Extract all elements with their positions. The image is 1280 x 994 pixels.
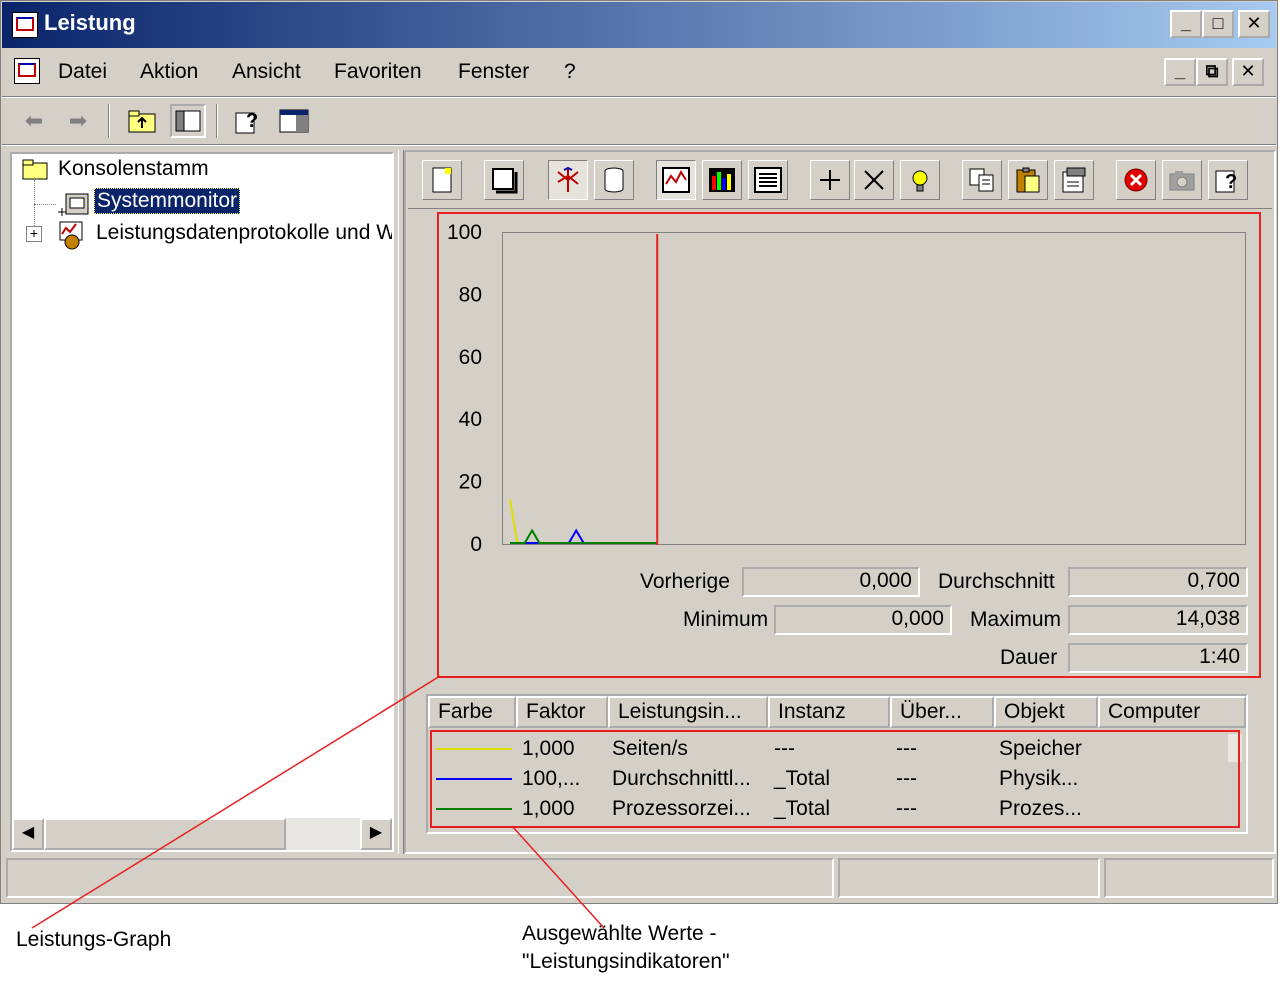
show-hide-console-tree-icon[interactable] [170,104,206,138]
column-leistungsindikator[interactable]: Leistungsin... [608,696,768,728]
menu-datei[interactable]: Datei [58,60,107,84]
annotation-graph-label: Leistungs-Graph [16,928,172,951]
toolbar-separator [108,104,110,138]
menu-aktion[interactable]: Aktion [140,60,198,84]
performance-app-icon[interactable] [12,12,38,38]
maximize-button[interactable]: □ [1202,10,1234,38]
child-minimize-button[interactable]: _ [1164,58,1196,86]
status-pane-main [6,858,834,898]
svg-text:?: ? [246,110,258,132]
add-icon[interactable] [810,160,850,200]
status-pane-3 [1104,858,1274,898]
tree-connector [34,204,56,206]
column-computer[interactable]: Computer [1098,696,1246,728]
counter-list-header: Farbe Faktor Leistungsin... Instanz Über… [428,696,1246,728]
console-tree[interactable] [10,152,394,852]
child-close-button[interactable]: ✕ [1232,58,1264,86]
graph-highlight-box [437,212,1261,678]
help-icon[interactable]: ? [1208,160,1248,200]
counters-highlight-box [430,730,1240,828]
menu-divider [2,96,1276,98]
help-topics-icon[interactable]: ? [230,104,266,138]
scroll-right-arrow-icon[interactable]: ▶ [360,818,392,850]
toolbar-divider [2,144,1276,146]
expand-plus-icon[interactable]: + [26,226,42,242]
log-data-icon[interactable] [594,160,634,200]
column-uebergeordnet[interactable]: Über... [890,696,994,728]
menu-fenster[interactable]: Fenster [458,60,529,84]
current-activity-icon[interactable] [548,160,588,200]
system-monitor-icon [56,190,90,218]
minimize-button[interactable]: _ [1170,10,1202,38]
status-pane-2 [838,858,1100,898]
column-objekt[interactable]: Objekt [994,696,1098,728]
scroll-thumb[interactable] [44,818,286,850]
close-button[interactable]: ✕ [1238,10,1270,38]
up-folder-icon[interactable] [124,104,160,138]
clear-display-icon[interactable] [484,160,524,200]
mmc-document-icon[interactable] [14,58,40,84]
svg-text:?: ? [1225,171,1237,193]
window-title: Leistung [44,10,136,35]
forward-arrow-icon[interactable]: ➡ [60,104,96,138]
view-report-icon[interactable] [748,160,788,200]
paste-counter-list-icon[interactable] [1008,160,1048,200]
back-arrow-icon[interactable]: ⬅ [16,104,52,138]
tree-item-systemmonitor[interactable]: Systemmonitor [94,188,241,214]
view-graph-icon[interactable] [656,160,696,200]
column-faktor[interactable]: Faktor [516,696,608,728]
annotation-values-label-line1: Ausgewählte Werte - [522,922,717,945]
show-hide-action-pane-icon[interactable] [276,104,312,138]
title-bar[interactable] [2,2,1276,48]
view-histogram-icon[interactable] [702,160,742,200]
update-data-icon[interactable] [1162,160,1202,200]
copy-properties-icon[interactable] [962,160,1002,200]
child-restore-button[interactable]: ⧉ [1196,58,1228,86]
new-counter-set-icon[interactable] [422,160,462,200]
column-farbe[interactable]: Farbe [428,696,516,728]
menu-help[interactable]: ? [564,60,576,84]
column-instanz[interactable]: Instanz [768,696,890,728]
properties-icon[interactable] [1054,160,1094,200]
delete-icon[interactable] [854,160,894,200]
annotation-values-label-line2: "Leistungsindikatoren" [522,950,730,973]
scroll-left-arrow-icon[interactable]: ◀ [12,818,44,850]
tree-item-performance-logs[interactable]: Leistungsdatenprotokolle und Warnungen [96,221,392,245]
freeze-display-icon[interactable] [1116,160,1156,200]
menu-ansicht[interactable]: Ansicht [232,60,301,84]
toolbar-separator [216,104,218,138]
folder-icon [22,158,48,180]
performance-logs-icon [56,220,88,250]
highlight-icon[interactable] [900,160,940,200]
tree-root-label[interactable]: Konsolenstamm [58,157,209,181]
menu-favoriten[interactable]: Favoriten [334,60,422,84]
